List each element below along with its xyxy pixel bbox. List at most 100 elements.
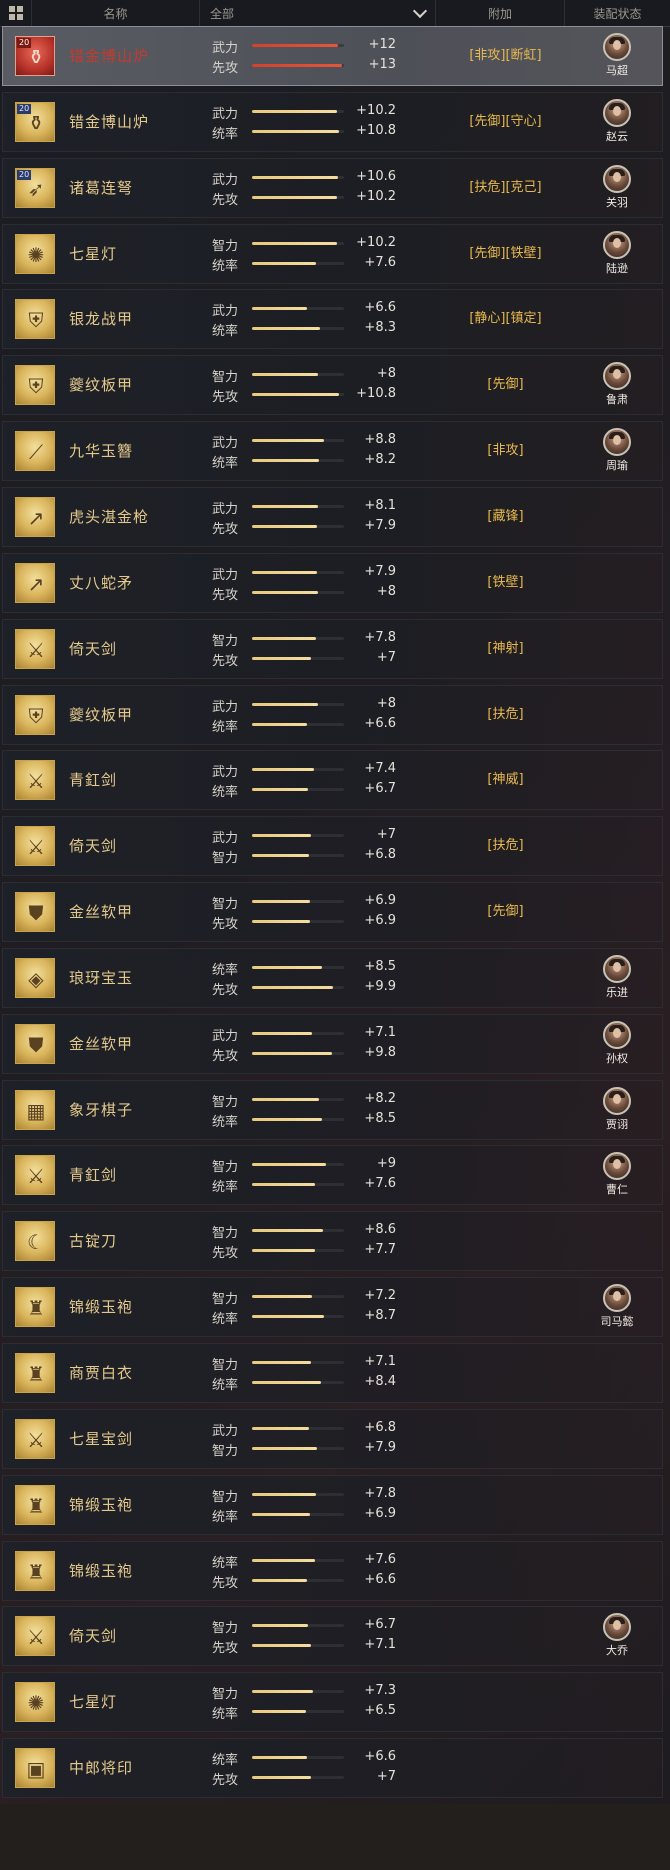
equipment-row[interactable]: ⛊ 金丝软甲 智力 +6.9 先攻 +6.9 [先御]	[2, 882, 663, 942]
equipped-general[interactable]: 关羽	[589, 165, 645, 213]
column-header-extra[interactable]: 附加	[436, 0, 565, 26]
stat-bar-fill	[252, 591, 319, 594]
equipment-row[interactable]: ▦ 象牙棋子 智力 +8.2 统率 +8.5 贾诩	[2, 1080, 663, 1140]
item-name: 夔纹板甲	[69, 706, 134, 724]
item-name: 古锭刀	[69, 1232, 118, 1250]
stat-line: 先攻 +10.8	[212, 386, 396, 405]
stat-label: 先攻	[212, 1049, 239, 1064]
stat-bar	[252, 1624, 344, 1627]
stat-value: +7.9	[364, 518, 396, 533]
stat-bar	[252, 723, 344, 726]
equipped-general[interactable]: 马超	[589, 33, 645, 81]
stat-label: 先攻	[212, 917, 239, 932]
equipment-row[interactable]: ♜ 锦缎玉袍 智力 +7.2 统率 +8.7 司马懿	[2, 1277, 663, 1337]
item-glyph: ♜	[27, 1560, 45, 1584]
stat-line: 统率 +7.6	[212, 1176, 396, 1195]
column-header-name[interactable]: 名称	[32, 0, 200, 26]
sword-icon: ⚔	[15, 1616, 55, 1656]
equipment-row[interactable]: ♜ 商贾白衣 智力 +7.1 统率 +8.4	[2, 1343, 663, 1403]
equipped-general[interactable]: 乐进	[589, 955, 645, 1003]
equipment-row[interactable]: ♜ 锦缎玉袍 统率 +7.6 先攻 +6.6	[2, 1541, 663, 1601]
stat-label: 武力	[212, 173, 239, 188]
general-name: 孙权	[606, 1052, 628, 1065]
equipment-row[interactable]: ⛨ 银龙战甲 武力 +6.6 统率 +8.3 [静心][镇定]	[2, 289, 663, 349]
armor-icon: ⛨	[15, 695, 55, 735]
equipment-row[interactable]: ◈ 琅玡宝玉 统率 +8.5 先攻 +9.9 乐进	[2, 948, 663, 1008]
stat-label: 先攻	[212, 1576, 239, 1591]
equipment-row[interactable]: ☾ 古锭刀 智力 +8.6 先攻 +7.7	[2, 1211, 663, 1271]
equipment-row[interactable]: ⟋ 九华玉簪 武力 +8.8 统率 +8.2 [非攻] 周瑜	[2, 421, 663, 481]
stat-bar	[252, 1559, 344, 1562]
equipped-general[interactable]: 司马懿	[589, 1284, 645, 1332]
equipment-row[interactable]: ⚔ 倚天剑 智力 +6.7 先攻 +7.1 大乔	[2, 1606, 663, 1666]
stat-bar	[252, 920, 344, 923]
stat-bar-fill	[252, 900, 310, 903]
lamp-icon: ✺	[15, 1682, 55, 1722]
robe-icon: ♜	[15, 1287, 55, 1327]
stat-bar-fill	[252, 110, 337, 113]
stat-value: +10.2	[356, 235, 396, 250]
stat-label: 统率	[212, 1707, 239, 1722]
equipment-row[interactable]: ↗ 虎头湛金枪 武力 +8.1 先攻 +7.9 [藏锋]	[2, 487, 663, 547]
equipment-row[interactable]: ✺ 七星灯 智力 +7.3 统率 +6.5	[2, 1672, 663, 1732]
stat-bar	[252, 393, 344, 396]
attribute-filter-dropdown[interactable]: 全部	[200, 0, 436, 26]
stat-bar	[252, 1756, 344, 1759]
stat-bar-fill	[252, 44, 338, 47]
equipment-row[interactable]: ⚱ 20 错金博山炉 武力 +10.2 统率 +10.8 [先御][守心] 赵云	[2, 92, 663, 152]
equipment-row[interactable]: ✺ 七星灯 智力 +10.2 统率 +7.6 [先御][铁壁] 陆逊	[2, 224, 663, 284]
equipped-general[interactable]: 鲁肃	[589, 362, 645, 410]
stat-label: 统率	[212, 127, 239, 142]
equipment-row[interactable]: ⚔ 青釭剑 武力 +7.4 统率 +6.7 [神威]	[2, 750, 663, 810]
equipped-general[interactable]: 陆逊	[589, 231, 645, 279]
equipped-general[interactable]: 大乔	[589, 1613, 645, 1661]
grid-view-toggle[interactable]	[0, 0, 32, 26]
equipment-row[interactable]: ↗ 丈八蛇矛 武力 +7.9 先攻 +8 [铁壁]	[2, 553, 663, 613]
stat-line: 先攻 +6.6	[212, 1572, 396, 1591]
stat-line: 武力 +8.1	[212, 498, 396, 517]
item-name: 丈八蛇矛	[69, 574, 134, 592]
equipment-row[interactable]: ⛨ 夔纹板甲 智力 +8 先攻 +10.8 [先御] 鲁肃	[2, 355, 663, 415]
robe-icon: ♜	[15, 1485, 55, 1525]
equipment-row[interactable]: ➶ 20 诸葛连弩 武力 +10.6 先攻 +10.2 [扶危][克己] 关羽	[2, 158, 663, 218]
general-avatar	[603, 1152, 631, 1180]
equipment-row[interactable]: ▣ 中郎将印 统率 +6.6 先攻 +7	[2, 1738, 663, 1798]
equipped-general[interactable]: 曹仁	[589, 1152, 645, 1200]
item-glyph: ↗	[27, 506, 45, 530]
stat-line: 智力 +7.8	[212, 1486, 396, 1505]
equipment-row[interactable]: ⚔ 七星宝剑 武力 +6.8 智力 +7.9	[2, 1409, 663, 1469]
equipped-general[interactable]: 周瑜	[589, 428, 645, 476]
list-header: 名称 全部 附加 装配状态	[0, 0, 670, 27]
stat-bar-fill	[252, 1513, 310, 1516]
stat-bar	[252, 130, 344, 133]
crossbow-icon: ➶ 20	[15, 168, 55, 208]
equipment-row[interactable]: ⚔ 倚天剑 智力 +7.8 先攻 +7 [神射]	[2, 619, 663, 679]
equipment-row[interactable]: ⚔ 青釭剑 智力 +9 统率 +7.6 曹仁	[2, 1145, 663, 1205]
equipment-row[interactable]: ♜ 锦缎玉袍 智力 +7.8 统率 +6.9	[2, 1475, 663, 1535]
column-header-equip-status[interactable]: 装配状态	[565, 0, 670, 26]
stat-label: 统率	[212, 785, 239, 800]
avatar-face	[613, 106, 621, 116]
stat-bar-fill	[252, 1559, 315, 1562]
equipment-row[interactable]: ⚱ 20 错金博山炉 武力 +12 先攻 +13 [非攻][断虹] 马超	[2, 26, 663, 86]
item-name: 七星宝剑	[69, 1430, 134, 1448]
stat-bar	[252, 1229, 344, 1232]
equipment-row[interactable]: ⚔ 倚天剑 武力 +7 智力 +6.8 [扶危]	[2, 816, 663, 876]
equipment-row[interactable]: ⛨ 夔纹板甲 武力 +8 统率 +6.6 [扶危]	[2, 685, 663, 745]
stat-label: 先攻	[212, 1641, 239, 1656]
stat-label: 智力	[212, 851, 239, 866]
equipped-general[interactable]: 贾诩	[589, 1087, 645, 1135]
stat-bar	[252, 768, 344, 771]
stat-bar	[252, 1249, 344, 1252]
stat-line: 先攻 +7.9	[212, 518, 396, 537]
equipped-general[interactable]: 孙权	[589, 1021, 645, 1069]
stat-bar	[252, 571, 344, 574]
stat-bar	[252, 788, 344, 791]
chevron-down-icon	[412, 3, 428, 18]
general-name: 曹仁	[606, 1183, 628, 1196]
stat-bar-fill	[252, 1710, 307, 1713]
equipped-general[interactable]: 赵云	[589, 99, 645, 147]
general-name: 赵云	[606, 130, 628, 143]
equipment-row[interactable]: ⛊ 金丝软甲 武力 +7.1 先攻 +9.8 孙权	[2, 1014, 663, 1074]
item-name: 错金博山炉	[69, 47, 150, 65]
